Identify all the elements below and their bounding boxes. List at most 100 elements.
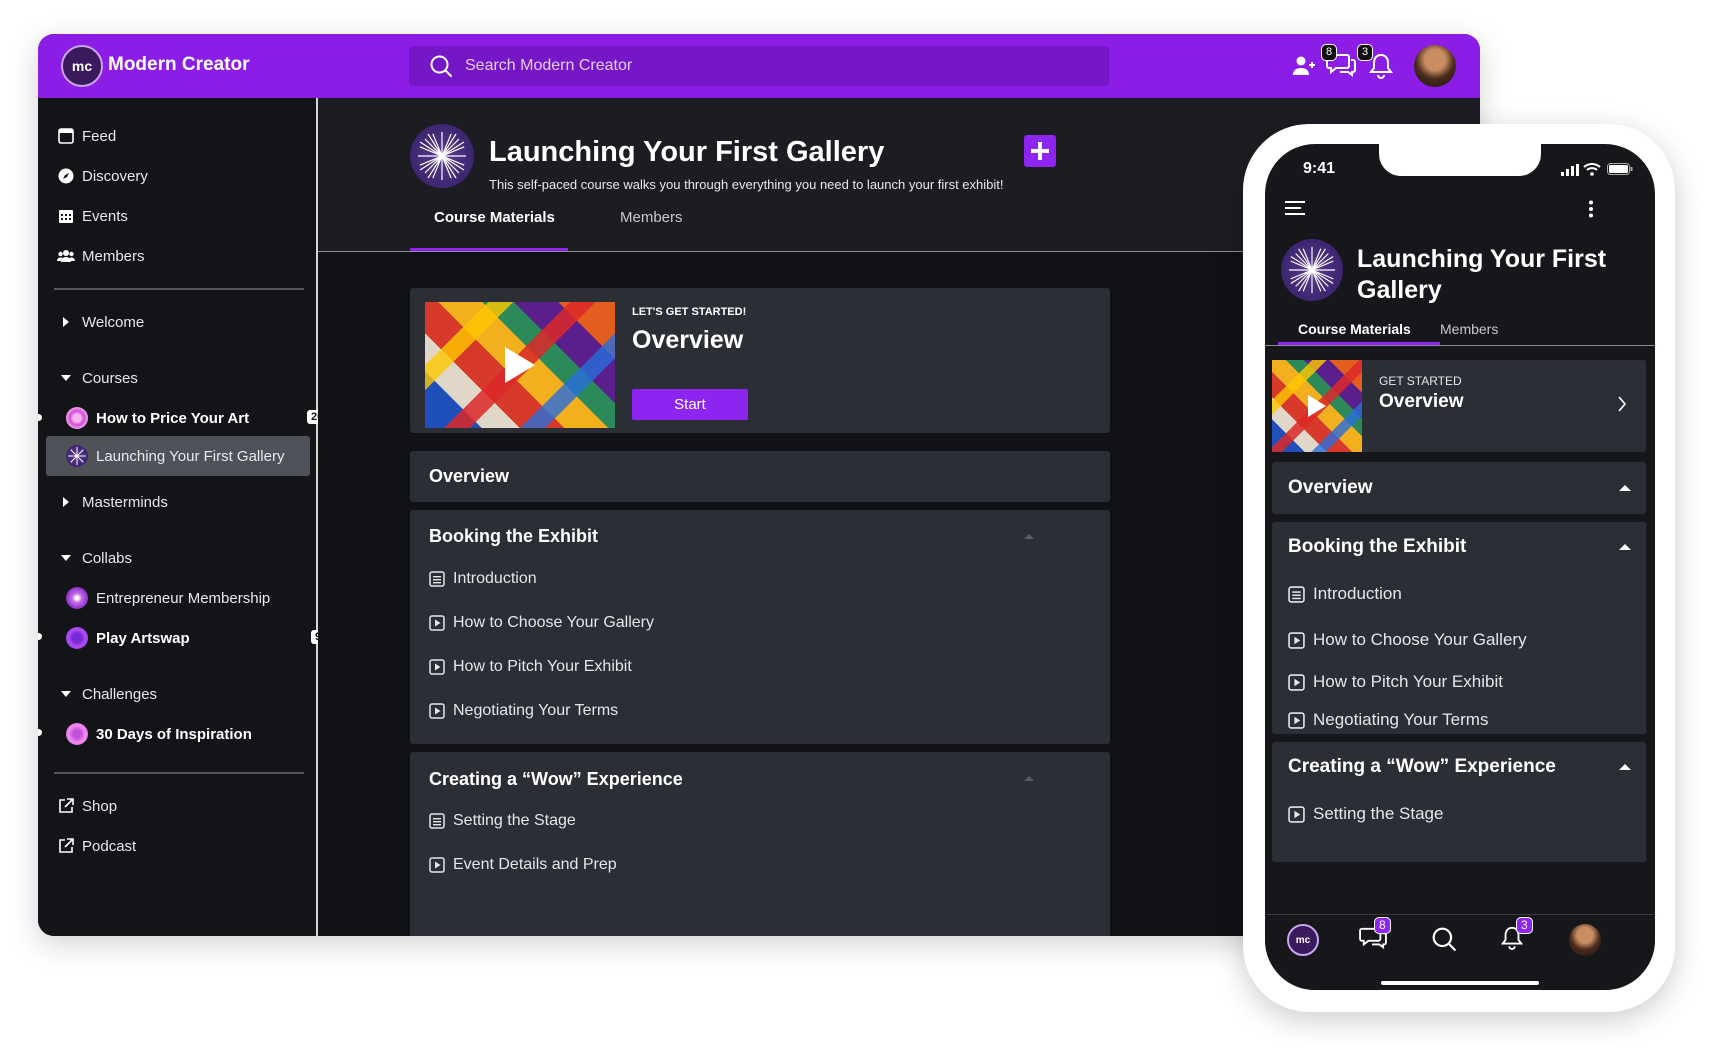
user-avatar[interactable] xyxy=(1414,45,1456,87)
sidebar-item-how-to-price-your-art[interactable]: How to Price Your Art xyxy=(66,404,249,432)
lesson-item[interactable]: How to Choose Your Gallery xyxy=(429,612,654,634)
search-input[interactable]: Search Modern Creator xyxy=(465,57,632,75)
sidebar-group-masterminds[interactable]: Masterminds xyxy=(56,488,168,516)
lesson-item[interactable]: Setting the Stage xyxy=(1288,802,1443,826)
hero-card[interactable]: GET STARTED Overview xyxy=(1272,360,1646,452)
wifi-icon xyxy=(1583,162,1601,176)
sidebar-item-play-artswap[interactable]: Play Artswap xyxy=(66,624,190,652)
external-link-icon xyxy=(56,796,76,816)
hero-title: Overview xyxy=(632,326,744,354)
compass-icon xyxy=(56,166,76,186)
video-thumbnail[interactable] xyxy=(425,302,615,428)
collapse-caret-icon[interactable] xyxy=(1619,764,1631,770)
sidebar-item-discovery[interactable]: Discovery xyxy=(56,162,148,190)
phone-mockup: 9:41 Launching Your First Gallery Course… xyxy=(1243,124,1675,1012)
sidebar-group-label: Masterminds xyxy=(82,493,168,511)
text-lesson-icon xyxy=(429,813,445,829)
sidebar-item-entrepreneur-membership[interactable]: Entrepreneur Membership xyxy=(66,584,270,612)
section-booking-the-exhibit: Booking the Exhibit Introduction How to … xyxy=(410,510,1110,744)
play-icon xyxy=(505,347,535,383)
section-title[interactable]: Creating a “Wow” Experience xyxy=(429,769,683,790)
lesson-label: Setting the Stage xyxy=(453,812,576,829)
tab-course-materials[interactable]: Course Materials xyxy=(1298,321,1411,337)
sidebar-group-courses[interactable]: Courses xyxy=(56,364,138,392)
add-member-icon[interactable] xyxy=(1292,54,1316,78)
feed-icon xyxy=(56,126,76,146)
video-lesson-icon xyxy=(1288,631,1305,649)
sidebar-group-label: Challenges xyxy=(82,685,158,703)
hamburger-menu-icon[interactable] xyxy=(1285,200,1305,216)
sidebar-group-collabs[interactable]: Collabs xyxy=(56,544,132,572)
signal-icon xyxy=(1561,164,1579,176)
lesson-label: Introduction xyxy=(453,570,537,587)
challenge-avatar xyxy=(66,723,88,745)
lesson-item[interactable]: Setting the Stage xyxy=(429,810,576,832)
home-indicator xyxy=(1381,981,1539,985)
search-icon xyxy=(429,54,453,78)
hero-card: LET'S GET STARTED! Overview Start xyxy=(410,288,1110,433)
sidebar-item-feed[interactable]: Feed xyxy=(56,122,116,150)
lesson-item[interactable]: How to Choose Your Gallery xyxy=(1288,628,1527,652)
section-title[interactable]: Creating a “Wow” Experience xyxy=(1288,756,1556,778)
sidebar-item-events[interactable]: Events xyxy=(56,202,128,230)
course-avatar xyxy=(66,407,88,429)
tab-course-materials[interactable]: Course Materials xyxy=(434,209,555,226)
plus-icon xyxy=(1031,142,1049,160)
video-lesson-icon xyxy=(429,857,445,873)
lesson-item[interactable]: Negotiating Your Terms xyxy=(429,700,618,722)
brand-logo[interactable]: mc xyxy=(61,45,103,87)
tab-members[interactable]: Members xyxy=(1440,321,1498,337)
section-title[interactable]: Booking the Exhibit xyxy=(429,526,598,547)
course-avatar xyxy=(66,445,88,467)
caret-down-icon xyxy=(56,368,76,388)
brand-name[interactable]: Modern Creator xyxy=(108,54,249,76)
section-title[interactable]: Booking the Exhibit xyxy=(1288,536,1466,558)
lesson-item[interactable]: How to Pitch Your Exhibit xyxy=(1288,670,1503,694)
sidebar-item-30-days-of-inspiration[interactable]: 30 Days of Inspiration xyxy=(66,720,252,748)
lesson-item[interactable]: Introduction xyxy=(429,568,537,590)
tab-members[interactable]: Members xyxy=(620,209,683,226)
sidebar-item-content: Launching Your First Gallery xyxy=(66,442,306,470)
section-creating-a-wow-experience: Creating a “Wow” Experience Setting the … xyxy=(410,752,1110,936)
lesson-item[interactable]: Event Details and Prep xyxy=(429,854,617,876)
sidebar-group-label: Welcome xyxy=(82,313,145,331)
search-icon[interactable] xyxy=(1431,926,1457,952)
section-overview[interactable]: Overview xyxy=(1272,462,1646,514)
section-creating-a-wow-experience: Creating a “Wow” Experience Setting the … xyxy=(1272,742,1646,862)
sidebar-item-podcast[interactable]: Podcast xyxy=(56,832,136,860)
caret-right-icon xyxy=(56,312,76,332)
video-lesson-icon xyxy=(429,659,445,675)
collapse-caret-icon[interactable] xyxy=(1024,534,1034,539)
sidebar-group-label: Courses xyxy=(82,369,138,387)
video-lesson-icon xyxy=(429,615,445,631)
sidebar-group-welcome[interactable]: Welcome xyxy=(56,308,144,336)
sidebar: Feed Discovery Events Members Welcome Co… xyxy=(38,98,328,936)
add-button[interactable] xyxy=(1024,135,1056,167)
lesson-label: Setting the Stage xyxy=(1313,804,1444,823)
home-logo[interactable]: mc xyxy=(1287,924,1319,956)
more-options-icon[interactable] xyxy=(1588,200,1594,218)
lesson-label: How to Choose Your Gallery xyxy=(1313,630,1527,649)
sidebar-item-members[interactable]: Members xyxy=(56,242,145,270)
sidebar-item-label: Discovery xyxy=(82,167,148,185)
notification-count-badge: 3 xyxy=(1357,44,1374,61)
section-overview[interactable]: Overview xyxy=(410,451,1110,502)
video-lesson-icon xyxy=(1288,673,1305,691)
sidebar-divider xyxy=(54,288,304,290)
collapse-caret-icon[interactable] xyxy=(1024,776,1034,781)
collapse-caret-icon[interactable] xyxy=(1619,485,1631,491)
sidebar-divider xyxy=(54,772,304,774)
search-bar[interactable]: Search Modern Creator xyxy=(409,46,1109,86)
user-avatar[interactable] xyxy=(1569,924,1601,956)
collapse-caret-icon[interactable] xyxy=(1619,544,1631,550)
lesson-item[interactable]: Negotiating Your Terms xyxy=(1288,708,1488,732)
lesson-item[interactable]: How to Pitch Your Exhibit xyxy=(429,656,632,678)
start-button[interactable]: Start xyxy=(632,389,748,420)
video-thumbnail[interactable] xyxy=(1272,360,1362,452)
sidebar-item-launching-your-first-gallery[interactable]: Launching Your First Gallery xyxy=(46,436,310,476)
sidebar-item-shop[interactable]: Shop xyxy=(56,792,117,820)
lesson-item[interactable]: Introduction xyxy=(1288,582,1402,606)
sidebar-group-challenges[interactable]: Challenges xyxy=(56,680,157,708)
external-link-icon xyxy=(56,836,76,856)
unread-dot xyxy=(38,633,42,640)
